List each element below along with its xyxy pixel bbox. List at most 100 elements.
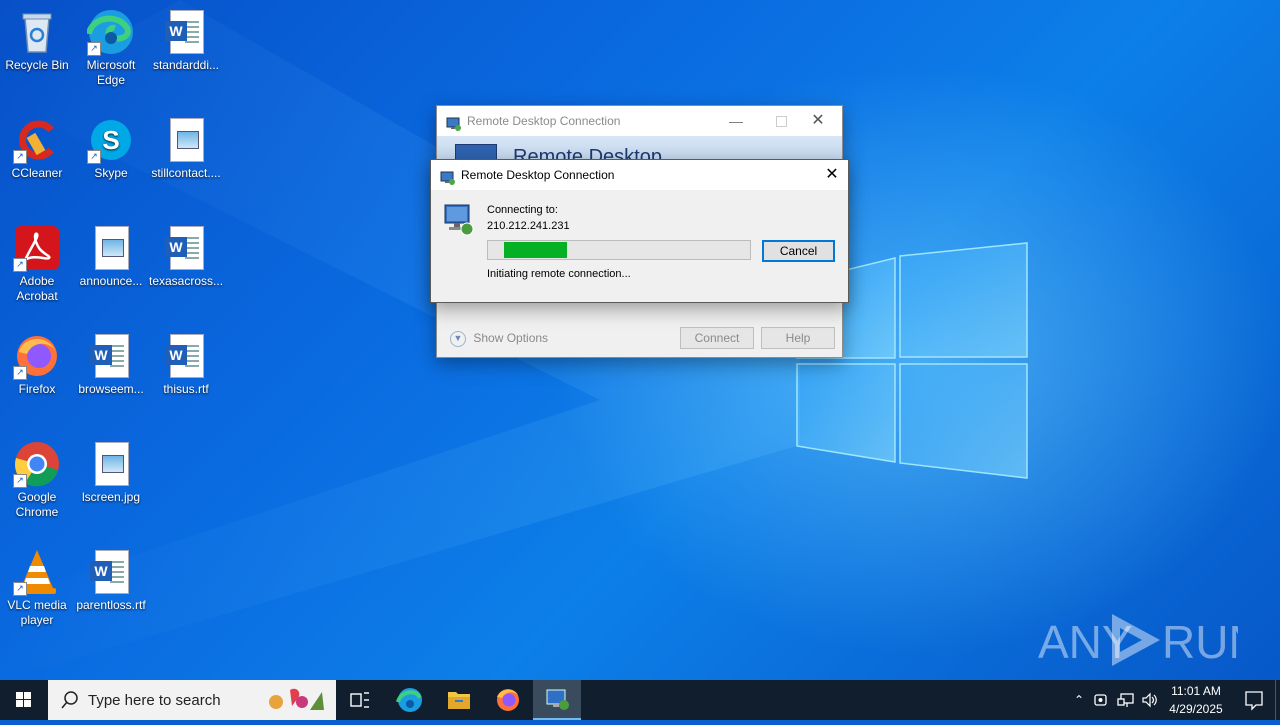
maximize-icon — [776, 116, 787, 127]
clock-time: 11:01 AM — [1171, 684, 1221, 698]
shortcut-arrow-icon: ↗ — [13, 474, 27, 488]
desktop-icon-adobe-acrobat[interactable]: ↗ Adobe Acrobat — [0, 224, 74, 304]
tray-network[interactable] — [1116, 690, 1136, 710]
rdc-app-icon — [446, 113, 462, 131]
desktop-icon-skype[interactable]: S ↗ Skype — [74, 116, 148, 181]
desktop-icon-label: Firefox — [18, 382, 56, 396]
notification-icon — [1245, 691, 1263, 711]
tray-volume[interactable] — [1140, 690, 1160, 710]
firefox-icon — [497, 689, 519, 711]
desktop-icon-label: CCleaner — [11, 166, 63, 180]
chevron-up-icon: ⌃ — [1073, 693, 1085, 707]
desktop-icon-standarddi[interactable]: W standarddi... — [149, 8, 223, 73]
tray-meet-now[interactable] — [1092, 690, 1112, 710]
chevron-down-circle-icon: ▼ — [450, 330, 466, 347]
desktop-icon-ccleaner[interactable]: ↗ CCleaner — [0, 116, 74, 181]
rdc-connecting-dialog[interactable]: Remote Desktop Connection ✕ Connecting t… — [430, 159, 849, 303]
tray-clock[interactable]: 11:01 AM 4/29/2025 — [1160, 680, 1232, 720]
desktop: Recycle Bin ↗ CCleaner ↗ Adobe Acrobat ↗… — [0, 0, 1280, 680]
desktop-icon-label: announce... — [79, 274, 143, 288]
desktop-icon-firefox[interactable]: ↗ Firefox — [0, 332, 74, 397]
rdc-main-titlebar[interactable]: Remote Desktop Connection — ✕ — [437, 106, 842, 136]
taskbar-remote-desktop[interactable] — [533, 680, 581, 720]
rdc-app-icon — [440, 167, 456, 185]
network-icon — [1117, 693, 1134, 707]
taskbar-file-explorer[interactable] — [435, 680, 483, 720]
camera-icon — [1094, 694, 1107, 706]
connect-button[interactable]: Connect — [680, 327, 754, 349]
skype-icon: S ↗ — [87, 116, 135, 164]
acrobat-icon: ↗ — [13, 224, 61, 272]
edge-icon: ↗ — [86, 8, 135, 56]
desktop-icon-stillcontact[interactable]: stillcontact.... — [149, 116, 223, 181]
show-desktop-button[interactable] — [1275, 680, 1280, 720]
search-icon — [60, 690, 80, 710]
desktop-icon-recycle-bin[interactable]: Recycle Bin — [0, 8, 74, 73]
desktop-icon-label: lscreen.jpg — [81, 490, 141, 504]
remote-desktop-icon — [546, 689, 569, 710]
volume-icon — [1142, 692, 1157, 708]
connection-progress-bar — [487, 240, 751, 260]
action-center-button[interactable] — [1234, 680, 1274, 720]
close-button[interactable]: ✕ — [816, 160, 848, 190]
word-document-icon: W — [162, 8, 210, 56]
start-button[interactable] — [0, 680, 48, 720]
word-document-icon: W — [87, 332, 135, 380]
desktop-icon-browseem[interactable]: W browseem... — [74, 332, 148, 397]
desktop-icon-thisus[interactable]: W thisus.rtf — [149, 332, 223, 397]
desktop-icon-announce[interactable]: announce... — [74, 224, 148, 289]
image-file-icon — [87, 224, 135, 272]
shortcut-arrow-icon: ↗ — [87, 42, 101, 56]
search-box[interactable]: Type here to search — [48, 680, 336, 720]
minimize-button[interactable]: — — [713, 106, 759, 136]
desktop-icon-parentloss[interactable]: W parentloss.rtf — [74, 548, 148, 613]
shortcut-arrow-icon: ↗ — [13, 366, 27, 380]
desktop-icon-google-chrome[interactable]: ↗ Google Chrome — [0, 440, 74, 520]
word-document-icon: W — [87, 548, 135, 596]
clock-date: 4/29/2025 — [1169, 702, 1223, 716]
rdc-dialog-titlebar[interactable]: Remote Desktop Connection ✕ — [431, 160, 848, 190]
image-file-icon — [162, 116, 210, 164]
cancel-button[interactable]: Cancel — [762, 240, 835, 262]
anyrun-watermark: ANY RUN — [1038, 608, 1262, 672]
show-options-label: Show Options — [473, 331, 549, 345]
connecting-label: Connecting to: — [487, 204, 558, 216]
shortcut-arrow-icon: ↗ — [13, 258, 27, 272]
desktop-icon-label: stillcontact.... — [151, 166, 221, 180]
word-document-icon: W — [162, 224, 210, 272]
firefox-icon: ↗ — [13, 332, 61, 380]
taskbar-edge[interactable] — [386, 680, 434, 720]
svg-text:RUN: RUN — [1162, 616, 1238, 668]
taskbar-firefox[interactable] — [484, 680, 532, 720]
desktop-icon-vlc[interactable]: ↗ VLC media player — [0, 548, 74, 628]
rdc-main-title: Remote Desktop Connection — [467, 114, 621, 128]
chrome-icon: ↗ — [13, 440, 61, 488]
desktop-icon-label: texasacross... — [149, 274, 224, 288]
desktop-icon-lscreen[interactable]: lscreen.jpg — [74, 440, 148, 505]
minimize-icon: — — [729, 113, 743, 129]
rdc-dialog-title: Remote Desktop Connection — [461, 168, 615, 182]
desktop-icon-label: standarddi... — [152, 58, 220, 72]
tray-overflow-button[interactable]: ⌃ — [1068, 680, 1090, 720]
desktop-icon-label: thisus.rtf — [163, 382, 209, 396]
desktop-icon-texasacross[interactable]: W texasacross... — [149, 224, 223, 289]
computer-network-icon — [443, 203, 475, 237]
task-view-button[interactable] — [336, 680, 384, 720]
desktop-icon-label: Recycle Bin — [5, 58, 69, 72]
desktop-icon-label: parentloss.rtf — [76, 598, 146, 612]
edge-icon — [396, 688, 422, 712]
desktop-icon-label: Microsoft Edge — [86, 58, 136, 87]
close-button[interactable]: ✕ — [795, 106, 841, 136]
desktop-icon-label: Skype — [94, 166, 128, 180]
desktop-icon-microsoft-edge[interactable]: ↗ Microsoft Edge — [74, 8, 148, 88]
show-options-toggle[interactable]: ▼ Show Options — [450, 329, 548, 347]
connection-progress-fill — [504, 242, 567, 258]
close-icon: ✕ — [811, 112, 825, 129]
watermark-logo: ANY RUN — [1038, 614, 1262, 668]
connecting-address: 210.212.241.231 — [487, 220, 570, 232]
image-file-icon — [87, 440, 135, 488]
desktop-icon-label: Google Chrome — [15, 490, 59, 519]
shortcut-arrow-icon: ↗ — [13, 150, 27, 164]
folder-icon — [448, 692, 470, 709]
help-button[interactable]: Help — [761, 327, 835, 349]
